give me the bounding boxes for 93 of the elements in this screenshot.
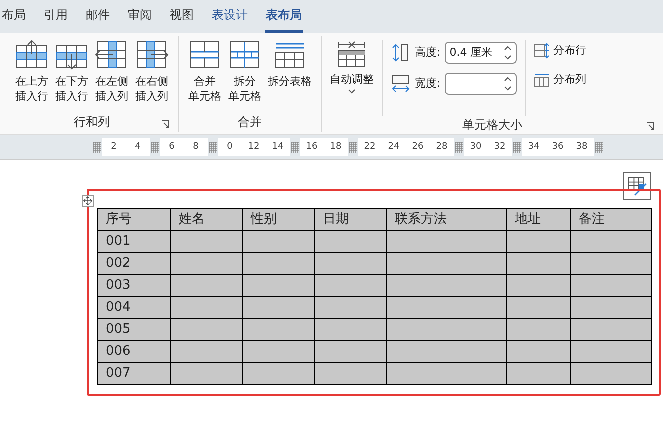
insert-row-icon bbox=[15, 40, 49, 70]
group-label: 合并 bbox=[238, 114, 262, 131]
button-label-line: 插入行 bbox=[16, 89, 48, 104]
ruler-number: 18 bbox=[324, 138, 348, 156]
spin-field[interactable]: 0.4 厘米 bbox=[444, 42, 517, 64]
merge-cells-icon bbox=[188, 40, 222, 70]
table-cell: 004 bbox=[98, 296, 170, 318]
caret-icon bbox=[348, 88, 356, 94]
group-label: 行和列 bbox=[74, 114, 110, 131]
ruler-number: 32 bbox=[488, 138, 512, 156]
column-marker-icon[interactable] bbox=[209, 142, 217, 152]
column-marker-icon[interactable] bbox=[291, 142, 299, 152]
button-label-line: 插入列 bbox=[96, 89, 128, 104]
ribbon-button[interactable]: 在右侧 插入列 bbox=[134, 40, 170, 104]
field-label: 宽度: bbox=[415, 76, 441, 92]
ruler-number: 38 bbox=[570, 138, 594, 156]
ribbon-tab[interactable]: 表设计 bbox=[211, 6, 249, 33]
ruler-number: 12 bbox=[242, 138, 266, 156]
column-marker-icon[interactable] bbox=[349, 142, 357, 152]
table-header-cell: 联系方法 bbox=[386, 208, 506, 230]
table-cell: 006 bbox=[98, 340, 170, 362]
ruler-number: 0 bbox=[218, 138, 242, 156]
button-label-line: 合并 bbox=[194, 74, 216, 89]
table-header-cell: 备注 bbox=[570, 208, 652, 230]
table-header-cell: 日期 bbox=[314, 208, 386, 230]
ribbon-button[interactable]: 拆分 单元格 bbox=[227, 40, 263, 104]
button-label-line: 单元格 bbox=[228, 89, 262, 104]
table-cell: 001 bbox=[98, 230, 170, 252]
button-label-line: 在左侧 bbox=[96, 74, 128, 89]
ruler-number: 14 bbox=[266, 138, 290, 156]
spin-field[interactable] bbox=[444, 73, 517, 95]
insert-column-icon bbox=[95, 40, 129, 70]
spin-arrows-icon[interactable] bbox=[504, 45, 512, 61]
table-header-cell: 性别 bbox=[242, 208, 314, 230]
table-header-cell: 序号 bbox=[98, 208, 170, 230]
ruler-number: 24 bbox=[382, 138, 406, 156]
row-height-icon bbox=[391, 43, 411, 63]
field-label: 高度: bbox=[415, 44, 441, 61]
dialog-launcher-icon[interactable] bbox=[161, 120, 170, 129]
dialog-launcher-icon[interactable] bbox=[646, 122, 655, 131]
column-marker-icon[interactable] bbox=[455, 142, 463, 152]
insert-column-icon bbox=[135, 40, 169, 70]
ribbon-button[interactable]: 在左侧 插入列 bbox=[94, 40, 130, 104]
ruler-number: 6 bbox=[160, 138, 184, 156]
ruler-number: 16 bbox=[300, 138, 324, 156]
autofit-button[interactable]: 自动调整 bbox=[330, 40, 383, 116]
ruler-number: 34 bbox=[522, 138, 546, 156]
button-label-line: 插入行 bbox=[56, 89, 88, 104]
ruler-number: 30 bbox=[464, 138, 488, 156]
column-width-icon bbox=[391, 74, 411, 94]
button-label-line: 在下方 bbox=[56, 74, 88, 89]
button-label-line: 在上方 bbox=[16, 74, 48, 89]
ruler-number: 26 bbox=[406, 138, 430, 156]
ribbon-tab[interactable]: 引用 bbox=[43, 6, 69, 33]
table-header-cell: 地址 bbox=[506, 208, 570, 230]
ribbon-button[interactable]: 合并 单元格 bbox=[187, 40, 223, 104]
spin-arrows-icon[interactable] bbox=[504, 76, 512, 92]
table-cell: 003 bbox=[98, 274, 170, 296]
autofit-icon bbox=[336, 40, 368, 68]
ruler-number: 22 bbox=[358, 138, 382, 156]
ruler-number: 2 bbox=[102, 138, 126, 156]
ruler-number: 8 bbox=[184, 138, 208, 156]
distribute-rows-button[interactable]: 分布行 bbox=[534, 43, 587, 60]
ribbon-button[interactable]: 拆分表格 bbox=[267, 40, 313, 89]
distribute-rows-icon bbox=[534, 43, 550, 60]
ribbon-tab[interactable]: 视图 bbox=[169, 6, 195, 33]
table-layout-icon[interactable] bbox=[623, 172, 651, 200]
table-cell: 002 bbox=[98, 252, 170, 274]
ribbon-tab[interactable]: 布局 bbox=[1, 6, 27, 33]
distribute-columns-icon bbox=[534, 72, 550, 88]
ribbon-tab[interactable]: 审阅 bbox=[127, 6, 153, 33]
column-marker-icon[interactable] bbox=[93, 142, 101, 152]
column-marker-icon[interactable] bbox=[513, 142, 521, 152]
table-header-cell: 姓名 bbox=[170, 208, 242, 230]
split-cells-icon bbox=[228, 40, 262, 70]
distribute-columns-button[interactable]: 分布列 bbox=[534, 72, 587, 88]
group-label: 单元格大小 bbox=[462, 117, 522, 134]
button-label-line: 拆分 bbox=[234, 74, 256, 89]
ribbon-tab[interactable]: 邮件 bbox=[85, 6, 111, 33]
ruler-number: 4 bbox=[126, 138, 150, 156]
ruler-number: 28 bbox=[430, 138, 454, 156]
ruler-number: 36 bbox=[546, 138, 570, 156]
ribbon-button[interactable]: 在上方 插入行 bbox=[14, 40, 50, 104]
column-marker-icon[interactable] bbox=[595, 142, 603, 152]
button-label-line: 插入列 bbox=[136, 89, 168, 104]
button-label-line: 拆分表格 bbox=[268, 74, 312, 89]
table-move-handle-icon[interactable] bbox=[82, 195, 94, 207]
table-cell: 005 bbox=[98, 318, 170, 340]
button-label-line: 在右侧 bbox=[136, 74, 168, 89]
button-label-line: 单元格 bbox=[188, 89, 222, 104]
column-marker-icon[interactable] bbox=[151, 142, 159, 152]
ribbon-button[interactable]: 在下方 插入行 bbox=[54, 40, 90, 104]
table-cell: 007 bbox=[98, 362, 170, 384]
